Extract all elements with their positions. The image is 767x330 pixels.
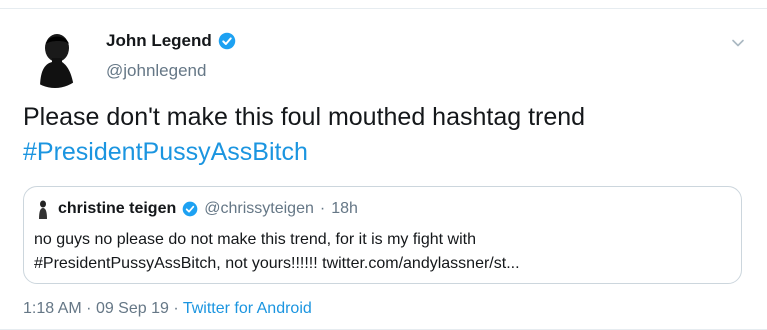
avatar-photo: [22, 22, 88, 88]
verified-badge-icon: [218, 32, 236, 50]
quoted-author-name[interactable]: christine teigen: [58, 200, 176, 218]
tweet-time[interactable]: 1:18 AM: [23, 300, 82, 317]
author-avatar[interactable]: [22, 22, 88, 88]
quoted-tweet-header: christine teigen @chrissyteigen · 18h: [34, 199, 358, 219]
quoted-author-handle[interactable]: @chrissyteigen: [204, 200, 314, 218]
tweet-date[interactable]: 09 Sep 19: [96, 300, 169, 317]
verified-badge-icon: [182, 201, 198, 217]
quoted-timestamp[interactable]: 18h: [331, 200, 358, 218]
top-divider: [0, 8, 767, 9]
separator-dot: ·: [173, 300, 179, 317]
separator-dot: ·: [319, 200, 326, 217]
tweet-metadata: 1:18 AM · 09 Sep 19 · Twitter for Androi…: [23, 300, 312, 318]
tweet-body: Please don't make this foul mouthed hash…: [23, 103, 586, 131]
quoted-tweet-text: no guys no please do not make this trend…: [34, 228, 729, 276]
quoted-tweet-card[interactable]: christine teigen @chrissyteigen · 18h no…: [23, 186, 742, 284]
chevron-down-icon[interactable]: [731, 36, 745, 50]
author-name-row[interactable]: John Legend: [106, 30, 236, 52]
tweet-text: Please don't make this foul mouthed hash…: [23, 100, 753, 170]
quoted-text-line: #PresidentPussyAssBitch, not yours!!!!!!…: [34, 255, 520, 272]
tweet-source-link[interactable]: Twitter for Android: [183, 300, 312, 317]
separator-dot: ·: [86, 300, 92, 317]
author-name[interactable]: John Legend: [106, 30, 212, 52]
quoted-text-line: no guys no please do not make this trend…: [34, 231, 476, 248]
hashtag-link[interactable]: #PresidentPussyAssBitch: [23, 135, 753, 170]
author-handle[interactable]: @johnlegend: [106, 60, 206, 82]
quoted-avatar[interactable]: [34, 199, 52, 219]
